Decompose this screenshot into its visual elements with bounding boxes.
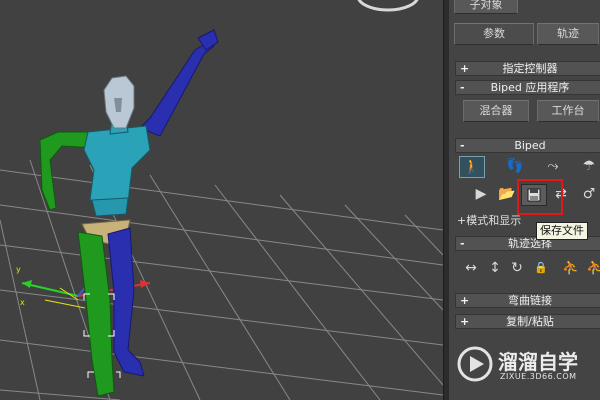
vertical-move-icon[interactable]: ↕ xyxy=(483,258,507,278)
biped-figure xyxy=(39,29,219,397)
lock-icon[interactable]: 🔒 xyxy=(529,258,553,278)
tab-params[interactable]: 参数 xyxy=(454,23,534,45)
play-biped-icon[interactable]: ▶ xyxy=(469,184,493,204)
rollout-title: 复制/粘贴 xyxy=(506,315,554,328)
rollout-biped[interactable]: - Biped xyxy=(455,138,600,153)
rollout-title: 指定控制器 xyxy=(502,62,558,75)
rollout-biped-apps[interactable]: - Biped 应用程序 xyxy=(455,80,600,95)
footstep-mode-icon[interactable]: 👣 xyxy=(503,156,527,176)
tab-track[interactable]: 轨迹 xyxy=(537,23,599,45)
perspective-viewport[interactable]: y x xyxy=(0,0,443,400)
save-file-highlight xyxy=(517,179,563,215)
viewport-canvas: y x xyxy=(0,0,443,400)
rotate-icon[interactable]: ↻ xyxy=(505,258,529,278)
mixer-button[interactable]: 混合器 xyxy=(463,100,529,122)
select-opposite-icon[interactable]: ⛹ xyxy=(583,258,600,278)
viewcube-ring-icon xyxy=(357,0,419,12)
rollout-title: Biped 应用程序 xyxy=(490,81,570,94)
move-all-icon[interactable]: ♂ xyxy=(577,184,600,204)
rollout-bend-links[interactable]: + 弯曲链接 xyxy=(455,293,600,308)
mixer-mode-icon[interactable]: ☂ xyxy=(577,156,600,176)
horizontal-move-icon[interactable]: ↔ xyxy=(459,258,483,278)
motion-flow-icon[interactable]: ⤳ xyxy=(541,156,565,176)
rollout-copy-paste[interactable]: + 复制/粘贴 xyxy=(455,314,600,329)
mode-display-rollout[interactable]: +模式和显示 xyxy=(457,212,521,228)
figure-mode-icon[interactable]: 🚶 xyxy=(459,156,485,178)
svg-text:y: y xyxy=(16,265,21,274)
load-file-icon[interactable]: 📂 xyxy=(495,184,519,204)
svg-text:x: x xyxy=(20,298,25,307)
save-file-tooltip: 保存文件 xyxy=(536,222,588,240)
watermark-url: ZIXUE.3D66.COM xyxy=(500,372,577,381)
home-grid xyxy=(0,159,443,400)
watermark: 溜溜自学 ZIXUE.3D66.COM xyxy=(440,336,600,396)
select-symmetrical-icon[interactable]: ⛹ xyxy=(559,258,583,278)
rollout-title: Biped xyxy=(514,139,546,152)
rollout-assign-controller[interactable]: + 指定控制器 xyxy=(455,61,600,76)
rollout-title: 弯曲链接 xyxy=(508,294,552,307)
watermark-brand: 溜溜自学 xyxy=(498,350,578,374)
workbench-button[interactable]: 工作台 xyxy=(537,100,599,122)
sub-object-button[interactable]: 子对象 xyxy=(454,0,518,14)
